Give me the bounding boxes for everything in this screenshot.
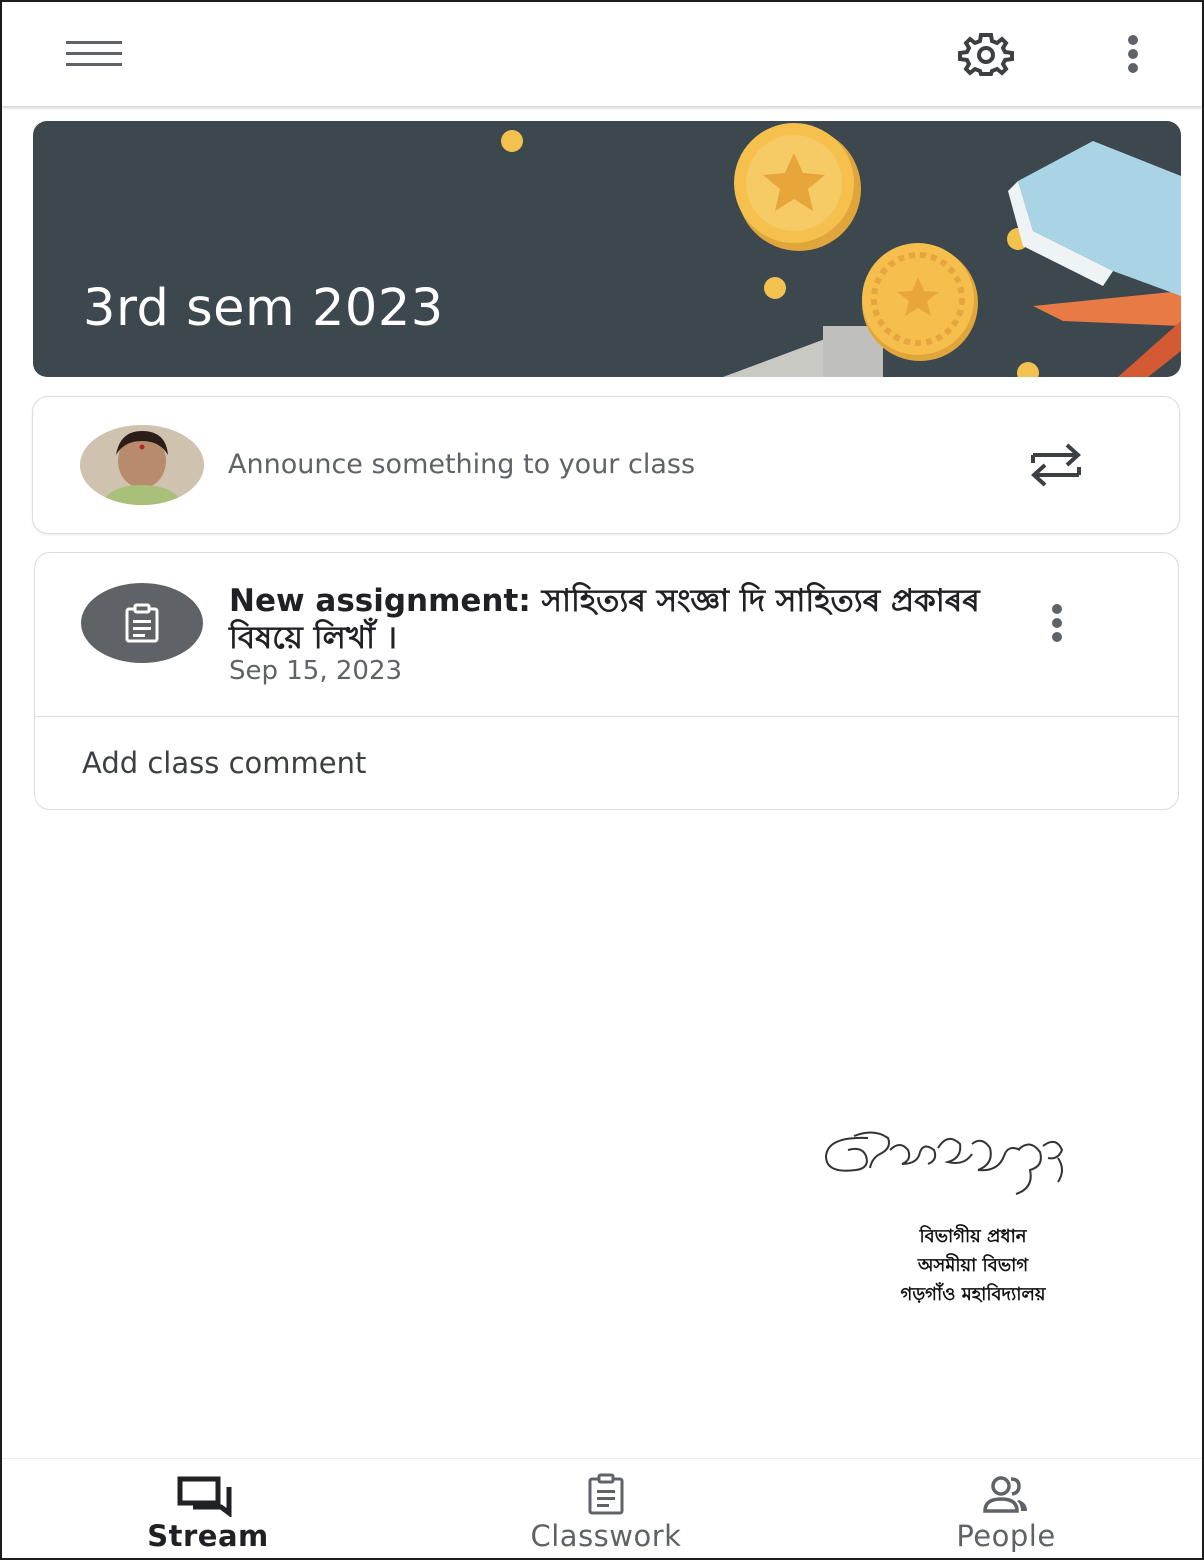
add-class-comment-button[interactable]: Add class comment	[82, 746, 366, 780]
nav-tab-people[interactable]: People	[876, 1459, 1136, 1559]
post-more-vertical-icon[interactable]	[1035, 599, 1079, 649]
stamp-line-department: অসমীয়া বিভাগ	[917, 1255, 1029, 1276]
stream-icon	[78, 1473, 338, 1517]
gear-icon[interactable]	[946, 22, 1026, 86]
class-title: 3rd sem 2023	[83, 279, 444, 338]
nav-label-stream: Stream	[147, 1519, 269, 1553]
handwritten-signature	[824, 1131, 1064, 1195]
post-title[interactable]: New assignment: সাহিত্যৰ সংজ্ঞা দি সাহিত…	[229, 583, 989, 657]
stream-post-card[interactable]: New assignment: সাহিত্যৰ সংজ্ঞা দি সাহিত…	[34, 552, 1179, 810]
top-app-bar	[2, 2, 1202, 106]
avatar	[80, 425, 204, 505]
medals-illustration	[501, 123, 1181, 377]
post-date: Sep 15, 2023	[229, 656, 403, 686]
stamp-line-college: গড়গাঁও মহাবিদ্যালয়	[900, 1284, 1046, 1305]
repost-icon[interactable]	[1023, 437, 1089, 493]
signature-stamp: বিভাগীয় প্ৰধান অসমীয়া বিভাগ গড়গাঁও মহ…	[808, 1108, 1138, 1348]
hamburger-menu-icon[interactable]	[52, 26, 136, 82]
classwork-icon	[476, 1473, 736, 1517]
nav-label-classwork: Classwork	[530, 1519, 682, 1553]
nav-tab-stream[interactable]: Stream	[78, 1459, 338, 1559]
nav-tab-classwork[interactable]: Classwork	[476, 1459, 736, 1559]
people-icon	[876, 1473, 1136, 1517]
announce-placeholder[interactable]: Announce something to your class	[228, 449, 695, 480]
class-banner[interactable]: 3rd sem 2023	[33, 121, 1181, 377]
more-vertical-icon[interactable]	[1106, 22, 1160, 86]
assignment-icon	[81, 583, 203, 663]
nav-label-people: People	[956, 1519, 1056, 1553]
stamp-line-designation: বিভাগীয় প্ৰধান	[919, 1226, 1027, 1247]
post-divider	[35, 716, 1178, 717]
announce-card[interactable]: Announce something to your class	[32, 396, 1180, 534]
bottom-navigation: Stream Classwork People	[2, 1458, 1202, 1558]
